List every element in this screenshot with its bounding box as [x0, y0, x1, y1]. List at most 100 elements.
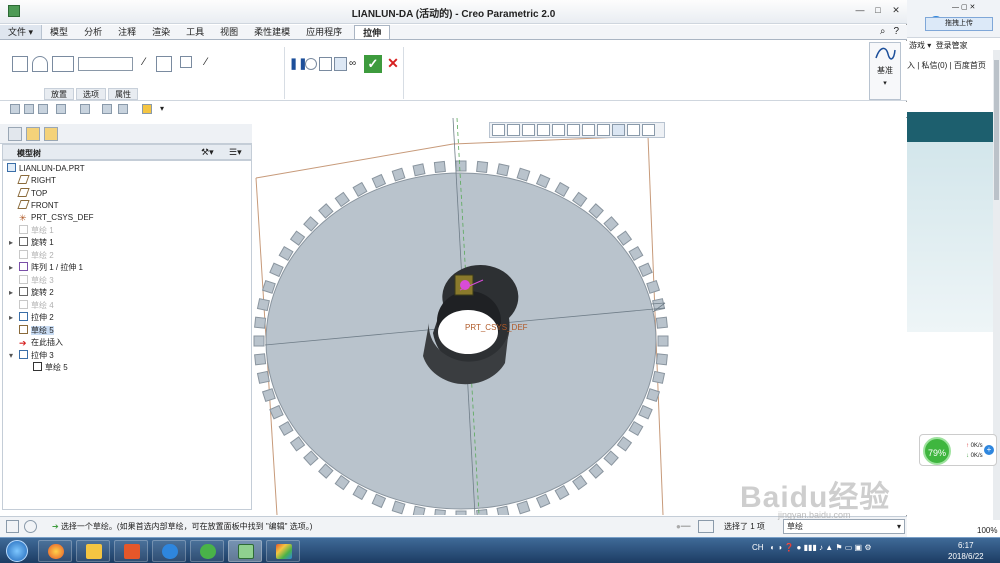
tab-placement[interactable]: 放置	[44, 88, 74, 100]
tree-item-extrude-3[interactable]: ▾ 拉伸 3	[9, 350, 54, 362]
scrollbar-thumb[interactable]	[994, 60, 999, 200]
expand-arrow-icon[interactable]: ▸	[9, 287, 17, 299]
new-file-icon[interactable]	[10, 104, 20, 114]
flip-thickness-icon[interactable]: ⁄	[198, 56, 214, 72]
tree-item-insert-here[interactable]: ➔ 在此插入	[19, 337, 63, 349]
open-file-icon[interactable]	[24, 104, 34, 114]
tree-item-right-plane[interactable]: RIGHT	[17, 175, 56, 187]
taskbar-media-player[interactable]	[114, 540, 148, 562]
depth-input[interactable]	[78, 57, 133, 71]
tab-properties[interactable]: 属性	[108, 88, 138, 100]
maximize-button[interactable]: □	[871, 4, 885, 16]
tab-tools[interactable]: 工具	[178, 25, 212, 39]
gear-model[interactable]: PRT_CSYS_DEF	[253, 118, 907, 515]
datum-panel[interactable]: 基准 ▾	[869, 42, 901, 100]
taskbar-baidu-cloud[interactable]	[152, 540, 186, 562]
tab-view[interactable]: 视图	[212, 25, 246, 39]
undo-icon[interactable]	[56, 104, 66, 114]
help-icon[interactable]: ?	[893, 26, 899, 37]
pause-icon[interactable]: ❚❚	[289, 57, 307, 73]
login-link[interactable]: 登录管家	[936, 41, 968, 50]
tab-analysis[interactable]: 分析	[76, 25, 110, 39]
tab-flexible-modeling[interactable]: 柔性建模	[246, 25, 298, 39]
game-link[interactable]: 游戏	[909, 41, 925, 50]
tree-item-part[interactable]: LIANLUN-DA.PRT	[7, 163, 85, 175]
tree-item-csys[interactable]: ✳ PRT_CSYS_DEF	[19, 212, 94, 224]
network-speed-widget[interactable]: 79% ↑ 0K/s ↓ 0K/s +	[919, 434, 997, 466]
display-style-icon[interactable]	[552, 124, 565, 136]
zoom-out-icon[interactable]	[522, 124, 535, 136]
sidebar-window-controls[interactable]: — ▢ ✕	[952, 3, 975, 11]
tree-item-front-plane[interactable]: FRONT	[17, 200, 59, 212]
taskbar-explorer[interactable]	[76, 540, 110, 562]
saved-orientations-icon[interactable]	[567, 124, 580, 136]
csys-display-icon[interactable]	[642, 124, 655, 136]
tree-item-sketch-2[interactable]: 草绘 2	[19, 250, 54, 262]
customize-toolbar-icon[interactable]: ▾	[160, 104, 170, 114]
tree-item-sketch-3[interactable]: 草绘 3	[19, 275, 54, 287]
tab-applications[interactable]: 应用程序	[298, 25, 350, 39]
tree-settings-icon[interactable]: ⚒▾	[201, 147, 214, 158]
tree-columns-icon[interactable]: ☰▾	[229, 147, 242, 158]
regenerate-icon[interactable]	[102, 104, 112, 114]
file-menu[interactable]: 文件 ▾	[0, 25, 43, 39]
search-icon[interactable]: ⌕	[880, 26, 886, 37]
model-tree-tab-icon[interactable]	[8, 127, 22, 141]
close-button[interactable]: ✕	[889, 4, 903, 16]
taskbar-clock[interactable]: 6:17 2018/6/22	[948, 540, 984, 562]
tree-item-extrude-2[interactable]: ▸ 拉伸 2	[9, 312, 54, 324]
save-icon[interactable]	[38, 104, 48, 114]
favorites-tab-icon[interactable]	[44, 127, 58, 141]
spin-center-icon[interactable]	[612, 124, 625, 136]
thicken-sketch-icon[interactable]	[180, 56, 192, 68]
depth-option-dropdown[interactable]	[52, 56, 74, 72]
start-button[interactable]	[6, 540, 28, 562]
taskbar-360[interactable]	[190, 540, 224, 562]
repaint-icon[interactable]	[537, 124, 550, 136]
tree-item-revolve-1[interactable]: ▸ 旋转 1	[9, 237, 54, 249]
taskbar-chrome[interactable]	[38, 540, 72, 562]
tray-icons[interactable]: ◐ ◑ ❓ ● ▮▮▮ ♪ ▲ ⚑ ▭ ▣ ⚙	[766, 543, 871, 552]
taskbar-paint[interactable]	[266, 540, 300, 562]
tree-item-extrude-3-sketch[interactable]: 草绘 5	[33, 362, 68, 374]
solid-extrude-icon[interactable]	[12, 56, 28, 72]
surface-extrude-icon[interactable]	[32, 56, 48, 72]
zoom-level[interactable]: 100%	[977, 526, 997, 535]
slider-icon[interactable]: ●━━	[676, 522, 690, 531]
view-manager-icon[interactable]	[582, 124, 595, 136]
tree-item-sketch-1[interactable]: 草绘 1	[19, 225, 54, 237]
collapse-arrow-icon[interactable]: ▾	[9, 350, 17, 362]
remove-material-icon[interactable]	[156, 56, 172, 72]
tab-model[interactable]: 模型	[42, 25, 76, 39]
selection-filter[interactable]: 草绘 ▾	[783, 519, 905, 534]
refit-icon[interactable]	[492, 124, 505, 136]
input-language[interactable]: CH	[752, 543, 764, 552]
graphics-area[interactable]: PRT_CSYS_DEF	[253, 118, 907, 515]
verify-mode-icon[interactable]	[319, 57, 332, 71]
sidebar-nav-links[interactable]: 入 | 私信(0) | 百度首页	[907, 60, 1000, 72]
expand-arrow-icon[interactable]: ▸	[9, 312, 17, 324]
expand-arrow-icon[interactable]: ▸	[9, 262, 17, 274]
expand-arrow-icon[interactable]: ▸	[9, 237, 17, 249]
annotation-display-icon[interactable]	[627, 124, 640, 136]
folder-browser-tab-icon[interactable]	[26, 127, 40, 141]
redo-icon[interactable]	[80, 104, 90, 114]
minimize-button[interactable]: —	[853, 4, 867, 16]
tree-item-sketch-4[interactable]: 草绘 4	[19, 300, 54, 312]
smart-selection-icon[interactable]	[698, 520, 714, 533]
windows-icon[interactable]	[118, 104, 128, 114]
tab-options[interactable]: 选项	[76, 88, 106, 100]
preview-icon[interactable]	[334, 57, 347, 71]
flip-direction-icon[interactable]: ⁄	[136, 56, 152, 72]
ok-button[interactable]: ✓	[364, 55, 382, 73]
close-window-icon[interactable]	[142, 104, 152, 114]
show-navigator-icon[interactable]	[6, 520, 19, 533]
tab-extrude[interactable]: 拉伸	[354, 25, 391, 39]
tree-item-pattern-1[interactable]: ▸ 阵列 1 / 拉伸 1	[9, 262, 83, 274]
upload-button[interactable]: 拖拽上传	[925, 17, 993, 31]
tab-annotate[interactable]: 注释	[110, 25, 144, 39]
taskbar-creo[interactable]	[228, 540, 262, 562]
glasses-icon[interactable]: ∞	[349, 58, 362, 70]
tree-item-sketch-5[interactable]: 草绘 5	[19, 325, 54, 337]
cancel-button[interactable]: ✕	[386, 54, 400, 72]
